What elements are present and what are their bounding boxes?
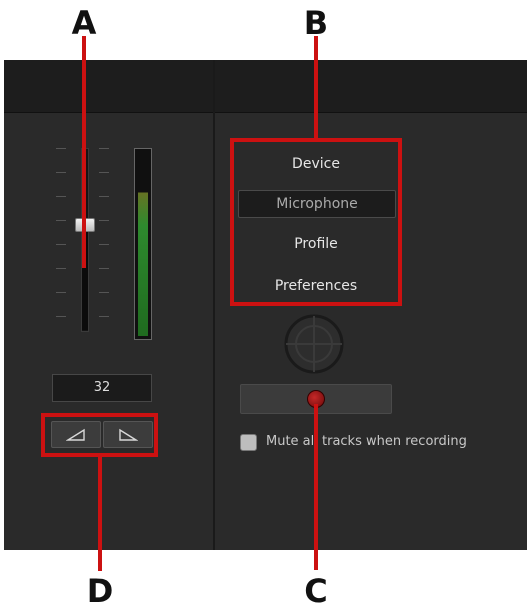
mute-all-tracks-checkbox[interactable]	[240, 434, 257, 451]
callout-c-line	[314, 404, 318, 570]
callout-b-box	[230, 138, 402, 306]
callout-d-box	[41, 413, 158, 457]
callout-a-line	[82, 36, 86, 268]
callout-d: D	[86, 572, 114, 610]
panel-divider	[213, 60, 215, 550]
callout-c: C	[304, 572, 328, 610]
callout-d-line	[98, 455, 102, 571]
right-panel-header	[215, 60, 527, 113]
audio-level-meter	[134, 148, 152, 340]
volume-value-field[interactable]: 32	[52, 374, 152, 402]
crosshair-icon	[284, 314, 344, 374]
callout-b-line	[314, 36, 318, 140]
left-panel-header	[4, 60, 213, 113]
mute-all-tracks-label[interactable]: Mute all tracks when recording	[266, 434, 467, 449]
